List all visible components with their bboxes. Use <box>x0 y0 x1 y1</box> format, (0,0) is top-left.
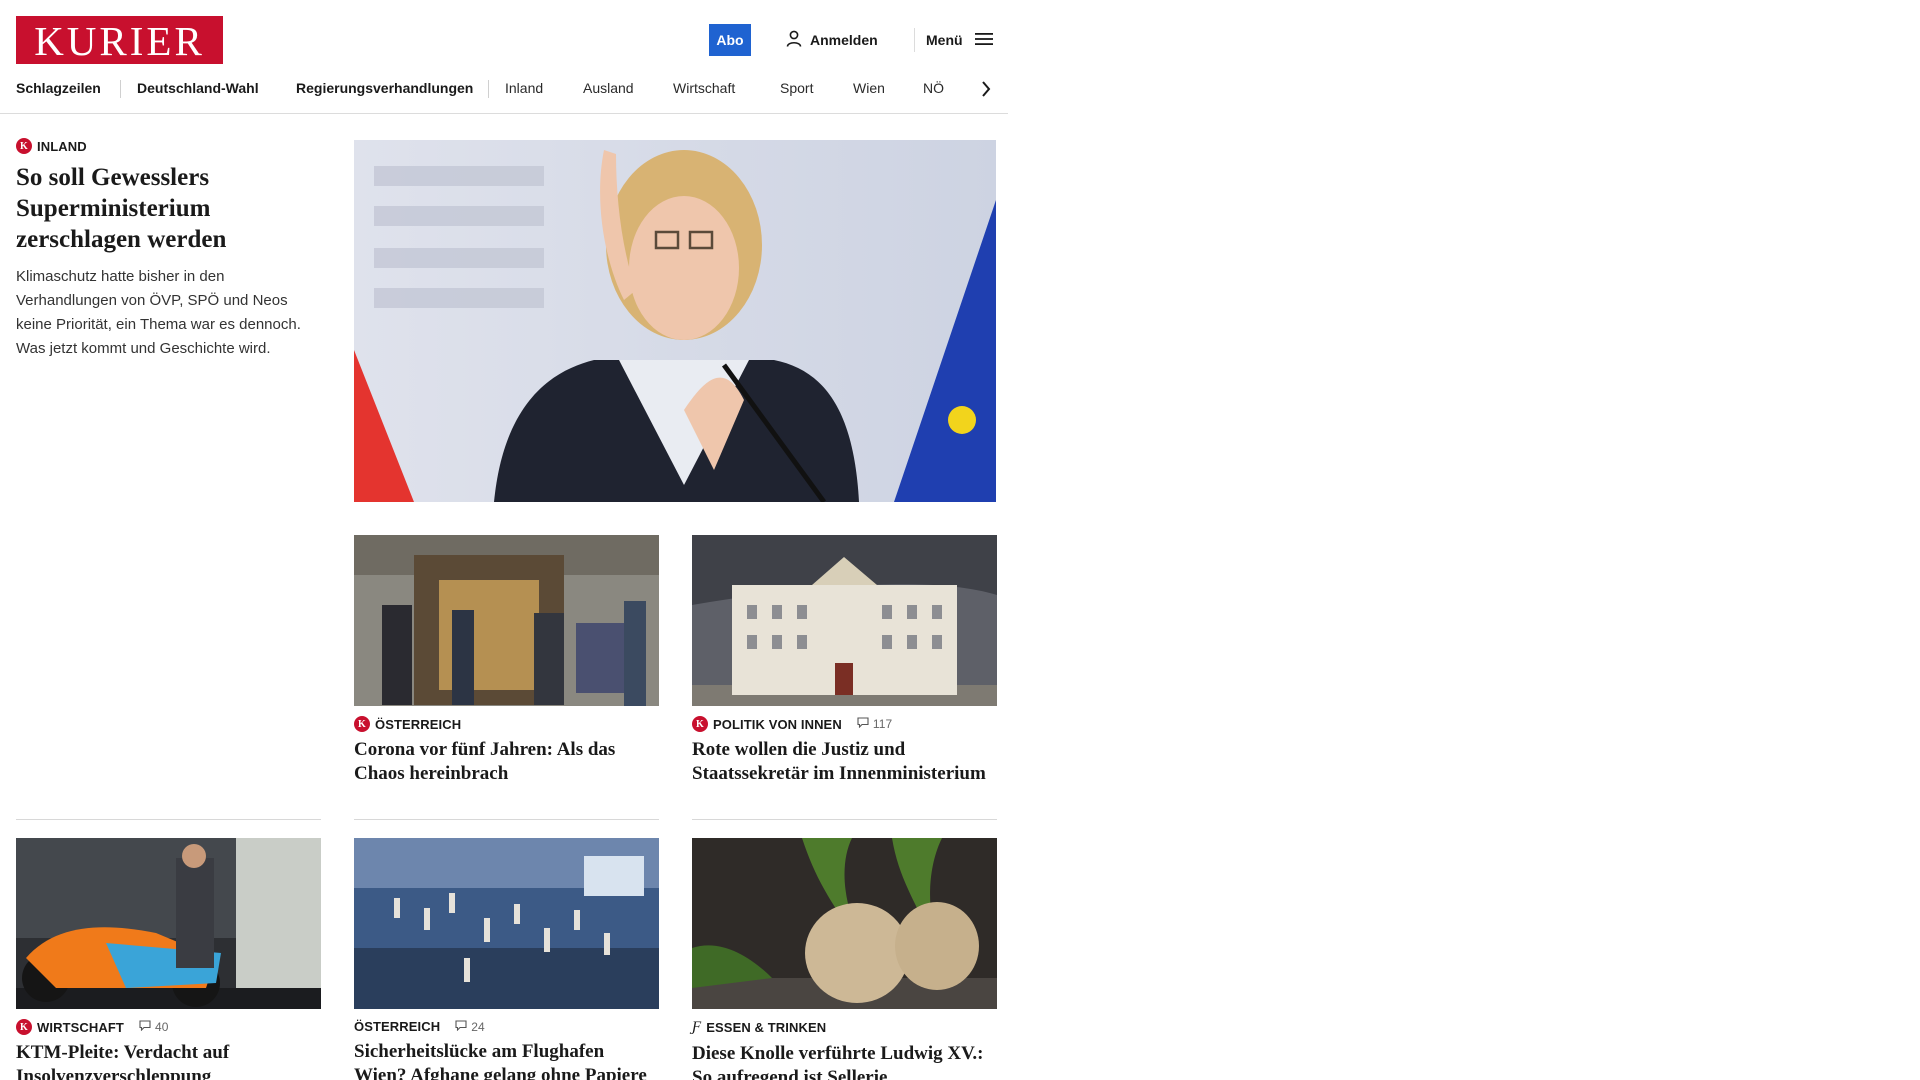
menu-button[interactable]: Menü <box>926 28 993 52</box>
article-category-label: ÖSTERREICH <box>354 1019 441 1034</box>
comment-icon <box>139 1020 151 1034</box>
comment-count-value: 117 <box>872 717 893 731</box>
article-category[interactable]: ÖSTERREICH 24 <box>354 1019 659 1034</box>
user-icon <box>786 30 802 50</box>
article-category-label: POLITIK VON INNEN <box>713 716 842 732</box>
nav-item-sport[interactable]: Sport <box>780 80 813 96</box>
article-image[interactable] <box>354 535 659 706</box>
lead-image[interactable] <box>354 140 996 502</box>
nav-item-schlagzeilen[interactable]: Schlagzeilen <box>16 80 101 96</box>
article-image[interactable] <box>16 838 321 1009</box>
comment-count[interactable]: 40 <box>139 1020 169 1034</box>
site-header: KURIER Abo Anmelden Menü Schlagzeilen De… <box>0 0 1008 114</box>
nav-item-wien[interactable]: Wien <box>853 80 885 96</box>
article-category[interactable]: K POLITIK VON INNEN 117 <box>692 716 997 732</box>
abo-button[interactable]: Abo <box>709 24 751 56</box>
article-card[interactable]: K POLITIK VON INNEN 117 Rote wollen die … <box>692 535 997 786</box>
article-image[interactable] <box>692 838 997 1009</box>
article-card[interactable]: ÖSTERREICH 24 Sicherheitslücke am Flugha… <box>354 838 659 1080</box>
lead-teaser: Klimaschutz hatte bisher in den Verhandl… <box>16 268 301 357</box>
card-divider <box>354 819 659 820</box>
header-divider <box>914 28 915 52</box>
kurier-plus-icon: K <box>692 716 708 732</box>
comment-count-value: 24 <box>471 1019 485 1034</box>
nav-divider <box>120 80 121 98</box>
article-category-label: WIRTSCHAFT <box>37 1019 124 1035</box>
nav-item-deutschland-wahl[interactable]: Deutschland-Wahl <box>137 80 259 96</box>
article-headline[interactable]: Diese Knolle verführte Ludwig XV.: So au… <box>692 1042 997 1080</box>
kurier-plus-icon: K <box>16 138 32 154</box>
article-category[interactable]: K ÖSTERREICH <box>354 716 659 732</box>
nav-divider <box>488 80 489 98</box>
article-headline[interactable]: Sicherheitslücke am Flughafen Wien? Afgh… <box>354 1040 659 1080</box>
nav-item-inland[interactable]: Inland <box>505 80 543 96</box>
hamburger-icon <box>974 32 993 49</box>
article-category-label: ÖSTERREICH <box>375 716 462 732</box>
comment-count[interactable]: 117 <box>857 717 892 731</box>
card-divider <box>692 819 997 820</box>
comment-icon <box>455 1019 467 1034</box>
comment-count[interactable]: 24 <box>455 1020 485 1034</box>
section-nav: Schlagzeilen Deutschland-Wahl Regierungs… <box>0 74 1008 104</box>
comment-count-value: 40 <box>154 1020 169 1034</box>
lead-headline[interactable]: So soll Gewesslers Superministerium zers… <box>16 162 316 255</box>
article-image[interactable] <box>354 838 659 1009</box>
nav-item-regierungsverhandlungen[interactable]: Regierungsverhandlungen <box>296 80 473 96</box>
nav-item-noe[interactable]: NÖ <box>923 80 944 96</box>
article-category-label: ESSEN & TRINKEN <box>706 1020 827 1035</box>
article-category[interactable]: ƒ ESSEN & TRINKEN <box>692 1019 997 1036</box>
article-card[interactable]: K WIRTSCHAFT 40 KTM-Pleite: Verdacht auf… <box>16 838 321 1080</box>
menu-label: Menü <box>926 32 963 48</box>
article-headline[interactable]: Corona vor fünf Jahren: Als das Chaos he… <box>354 738 659 786</box>
nav-item-ausland[interactable]: Ausland <box>583 80 634 96</box>
comment-icon <box>857 717 869 731</box>
article-category[interactable]: K WIRTSCHAFT 40 <box>16 1019 321 1035</box>
lead-article[interactable]: K INLAND So soll Gewesslers Superministe… <box>16 138 316 361</box>
lead-category-label: INLAND <box>37 138 87 154</box>
kurier-plus-icon: K <box>16 1019 32 1035</box>
chevron-right-icon[interactable] <box>972 74 1000 104</box>
article-headline[interactable]: KTM-Pleite: Verdacht auf Insolvenzversch… <box>16 1041 321 1080</box>
article-card[interactable]: ƒ ESSEN & TRINKEN Diese Knolle verführte… <box>692 838 997 1080</box>
article-headline[interactable]: Rote wollen die Justiz und Staatssekretä… <box>692 738 997 786</box>
kurier-logo[interactable]: KURIER <box>16 16 223 64</box>
login-label: Anmelden <box>810 32 878 48</box>
card-divider <box>16 819 321 820</box>
article-image[interactable] <box>692 535 997 706</box>
lead-category[interactable]: K INLAND <box>16 138 316 154</box>
essen-trinken-icon: ƒ <box>692 1019 702 1035</box>
login-button[interactable]: Anmelden <box>786 28 878 52</box>
kurier-plus-icon: K <box>354 716 370 732</box>
nav-item-wirtschaft[interactable]: Wirtschaft <box>673 80 735 96</box>
article-card[interactable]: K ÖSTERREICH Corona vor fünf Jahren: Als… <box>354 535 659 786</box>
